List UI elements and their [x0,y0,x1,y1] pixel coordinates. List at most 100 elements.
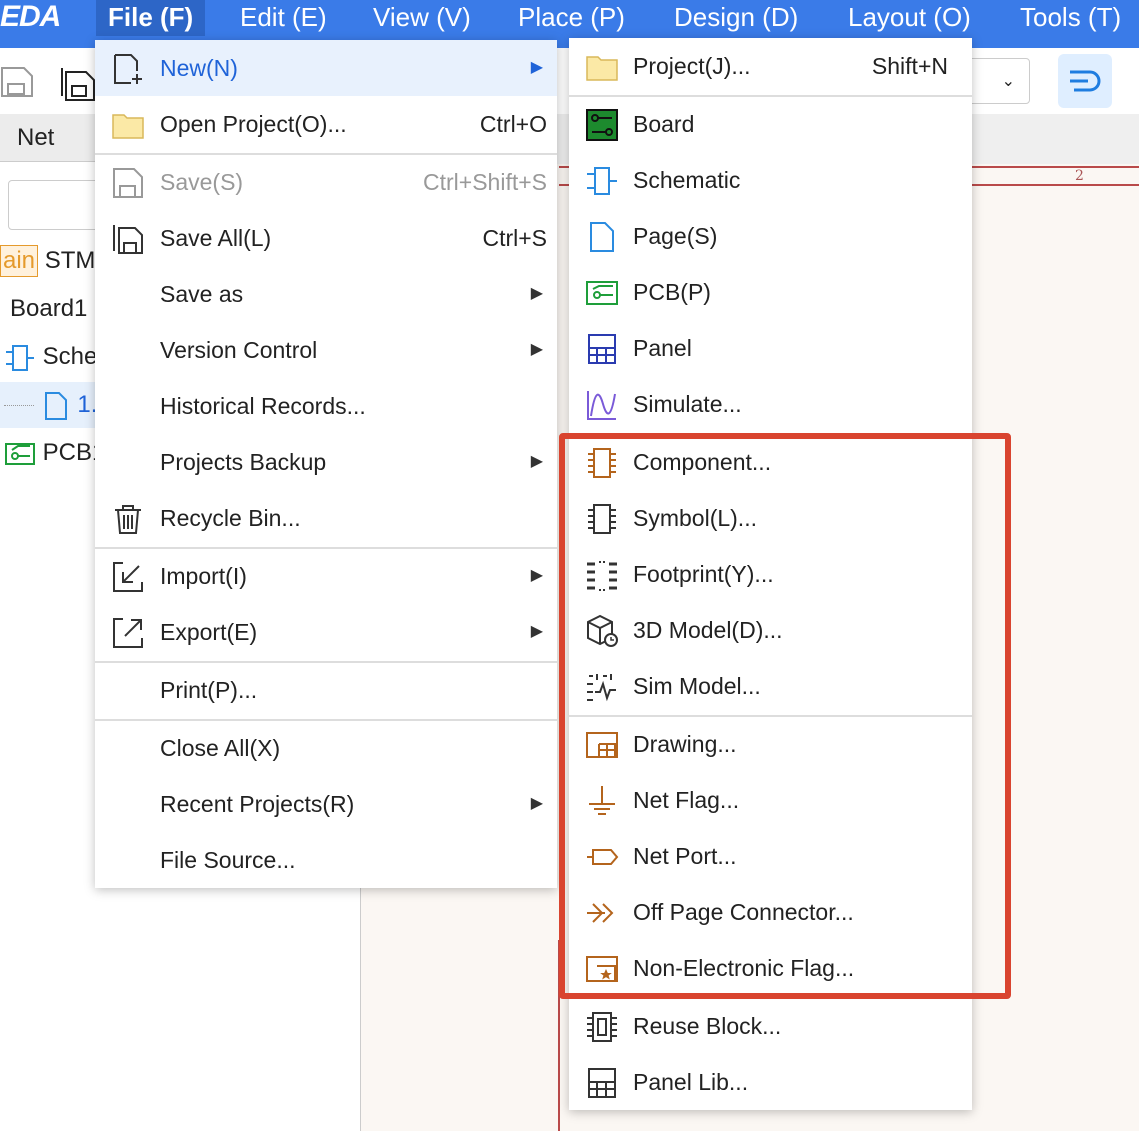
menu-item-label: Close All(X) [160,735,281,761]
menu-item-save-all[interactable]: Save All(L) Ctrl+S [95,210,557,266]
menu-item-label: Recent Projects(R) [160,791,355,817]
net-port-icon [587,849,619,865]
menu-item-label: Board [633,111,695,137]
menu-item-open-project[interactable]: Open Project(O)... Ctrl+O [95,96,557,152]
menu-item-new[interactable]: New(N) ▶ [95,40,557,96]
menu-item-recycle-bin[interactable]: Recycle Bin... [95,490,557,546]
footprint-icon [587,561,617,591]
submenu-arrow-icon: ▶ [530,285,543,302]
menu-item-new-off-page-connector[interactable]: Off Page Connector... [569,884,972,940]
net-flag-icon [589,786,615,815]
menu-layout[interactable]: Layout (O) [836,0,983,36]
tab-net[interactable]: Net [0,114,95,162]
menu-item-label: Footprint(Y)... [633,561,774,587]
menu-item-new-net-flag[interactable]: Net Flag... [569,772,972,828]
menu-item-label: Open Project(O)... [160,111,347,137]
menu-design[interactable]: Design (D) [662,0,810,36]
menu-item-label: Projects Backup [160,449,327,475]
menu-item-label: Reuse Block... [633,1013,782,1039]
menu-item-new-board[interactable]: Board [569,96,972,152]
menu-tools[interactable]: Tools (T) [1008,0,1133,36]
menu-item-shortcut: Ctrl+S [482,225,547,251]
tree-item-project[interactable]: ain STM [0,238,95,284]
menu-item-label: Component... [633,449,772,475]
save-all-icon [113,225,143,254]
menu-item-shortcut: Shift+N [871,53,948,79]
submenu-arrow-icon: ▶ [530,453,543,470]
menu-item-new-reuse-block[interactable]: Reuse Block... [569,998,972,1054]
menu-item-file-source[interactable]: File Source... [95,832,557,888]
schematic-icon [6,344,34,371]
pcb-icon [586,281,618,305]
menu-place[interactable]: Place (P) [506,0,637,36]
menu-file[interactable]: File (F) [96,0,206,36]
menu-item-new-panel[interactable]: Panel [569,320,972,376]
menu-item-new-project[interactable]: Project(J)... Shift+N [569,38,972,94]
tree-item-pcb[interactable]: PCB1 [4,430,105,476]
import-icon [113,562,143,592]
menu-item-label: Page(S) [633,223,718,249]
tree-item-schematic[interactable]: Sche [4,334,97,380]
route-icon [1070,70,1101,92]
menu-item-new-component[interactable]: Component... [569,434,972,490]
file-menu: New(N) ▶ Open Project(O)... Ctrl+O Save(… [95,40,557,888]
menu-item-new-sim-model[interactable]: Sim Model... [569,658,972,714]
save-icon[interactable] [0,62,40,102]
component-icon [588,448,616,478]
menu-item-label: Print(P)... [160,677,258,703]
menu-item-export[interactable]: Export(E) ▶ [95,604,557,660]
menu-item-new-net-port[interactable]: Net Port... [569,828,972,884]
simulate-icon [587,391,616,420]
menu-item-new-symbol[interactable]: Symbol(L)... [569,490,972,546]
menu-item-import[interactable]: Import(I) ▶ [95,548,557,604]
menu-item-save-as[interactable]: Save as ▶ [95,266,557,322]
app-logo: EDA [0,0,61,33]
menu-item-label: File Source... [160,847,296,873]
menu-item-label: Export(E) [160,619,258,645]
menu-item-label: Panel [633,335,692,361]
board-icon [586,109,618,141]
menu-item-new-simulate[interactable]: Simulate... [569,376,972,432]
menu-view[interactable]: View (V) [361,0,483,36]
menu-item-projects-backup[interactable]: Projects Backup ▶ [95,434,557,490]
menu-item-new-footprint[interactable]: Footprint(Y)... [569,546,972,602]
menu-item-new-pcb[interactable]: PCB(P) [569,264,972,320]
menu-item-close-all[interactable]: Close All(X) [95,720,557,776]
new-submenu: Project(J)... Shift+N Board Schematic Pa… [569,38,972,1110]
panel-lib-icon [588,1068,616,1098]
menu-item-shortcut: Ctrl+Shift+S [423,169,547,195]
save-all-icon[interactable] [58,62,98,102]
symbol-icon [588,504,616,534]
menu-item-label: Net Port... [633,843,737,869]
menu-item-recent-projects[interactable]: Recent Projects(R) ▶ [95,776,557,832]
menu-item-new-panel-lib[interactable]: Panel Lib... [569,1054,972,1110]
menu-item-print[interactable]: Print(P)... [95,662,557,718]
menu-item-save[interactable]: Save(S) Ctrl+Shift+S [95,154,557,210]
submenu-arrow-icon: ▶ [530,567,543,584]
tree-item-board[interactable]: Board1 [10,286,87,332]
tree-item-label: STM [44,247,96,274]
menu-item-new-non-electronic-flag[interactable]: Non-Electronic Flag... [569,940,972,996]
menu-item-new-schematic[interactable]: Schematic [569,152,972,208]
menu-item-new-page[interactable]: Page(S) [569,208,972,264]
menu-edit[interactable]: Edit (E) [228,0,339,36]
menu-item-label: Project(J)... [633,53,751,79]
drawing-icon [586,732,618,758]
menu-item-version-control[interactable]: Version Control ▶ [95,322,557,378]
menu-item-label: Net Flag... [633,787,740,813]
folder-icon [112,114,144,139]
menu-item-label: Save as [160,281,244,307]
menu-item-new-3d-model[interactable]: 3D Model(D)... [569,602,972,658]
route-button[interactable] [1058,54,1112,108]
menu-item-historical-records[interactable]: Historical Records... [95,378,557,434]
page-icon [590,222,614,252]
submenu-arrow-icon: ▶ [530,59,543,76]
new-file-icon [114,54,142,84]
menu-item-label: Import(I) [160,563,247,589]
menu-item-label: Drawing... [633,731,737,757]
menu-item-new-drawing[interactable]: Drawing... [569,716,972,772]
menu-item-label: New(N) [160,55,238,81]
menu-item-label: Panel Lib... [633,1069,749,1095]
sheet-frame-number: 2 [1075,168,1084,184]
sheet-frame-vertical-border [558,940,560,1131]
